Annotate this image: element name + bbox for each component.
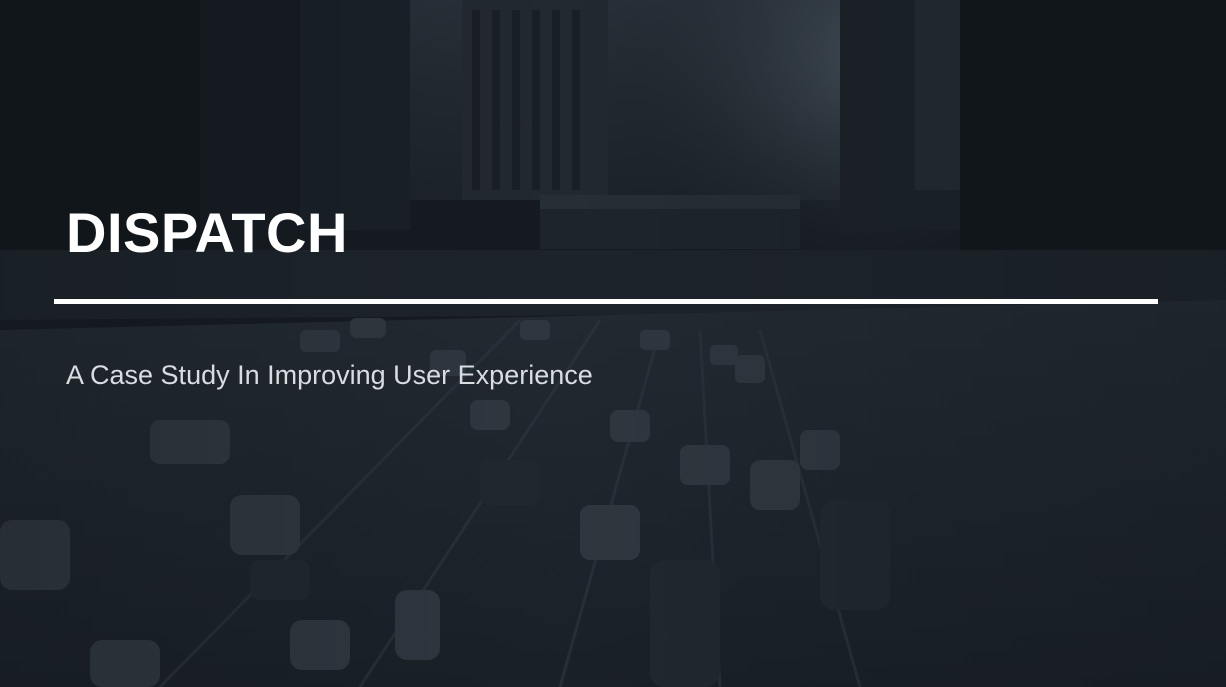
page-title: DISPATCH xyxy=(66,201,348,264)
title-divider xyxy=(54,299,1158,304)
page-subtitle: A Case Study In Improving User Experienc… xyxy=(66,360,593,390)
city-freeway-background-image xyxy=(0,0,1226,687)
hero-section: DISPATCH A Case Study In Improving User … xyxy=(0,0,1226,687)
